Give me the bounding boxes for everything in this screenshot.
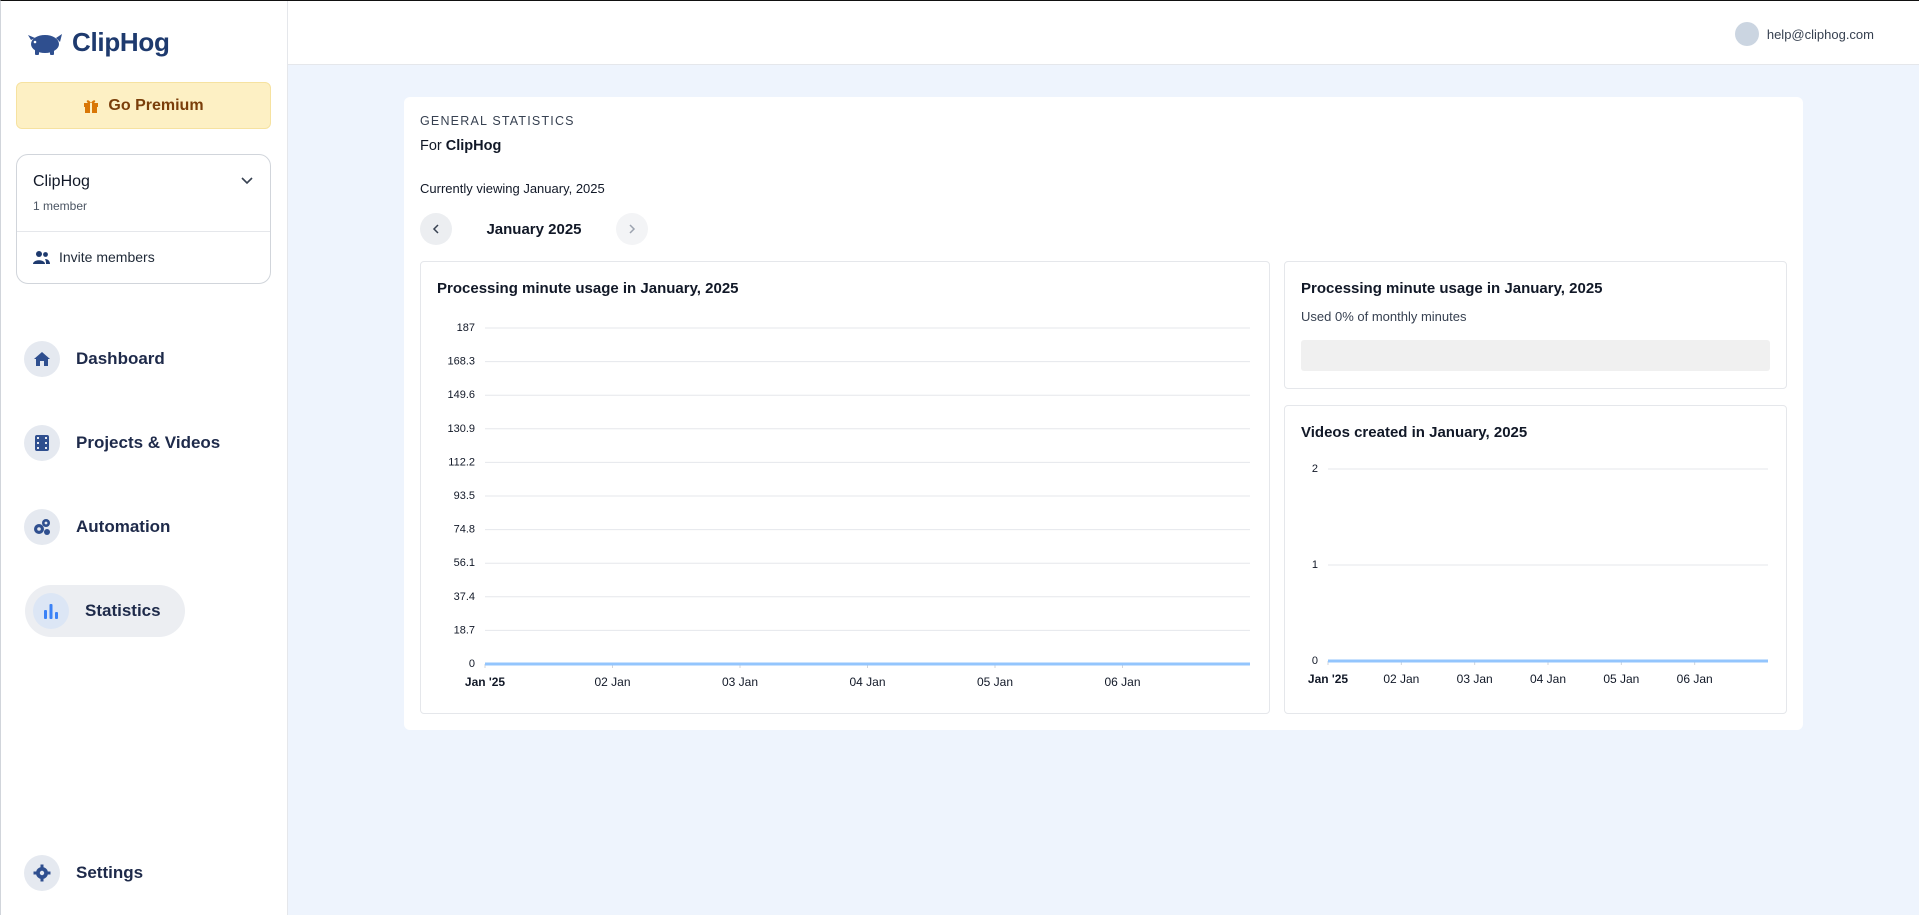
go-premium-button[interactable]: Go Premium — [16, 82, 271, 129]
avatar — [1734, 22, 1759, 46]
chevron-left-icon — [432, 224, 439, 234]
team-name: ClipHog — [33, 173, 90, 190]
app-name: ClipHog — [72, 27, 170, 57]
nav-automation[interactable]: Automation — [24, 501, 170, 553]
viewing-text: Currently viewing January, 2025 — [420, 181, 605, 196]
chevron-right-icon — [629, 224, 636, 234]
prev-month-button[interactable] — [420, 213, 452, 245]
month-navigator: January 2025 — [420, 213, 648, 245]
x-tick-label: 05 Jan — [977, 675, 1013, 689]
y-tick-label: 149.6 — [447, 389, 475, 401]
sidebar: ClipHog Go Premium ClipHog 1 member Invi… — [1, 1, 288, 915]
x-tick-label: 03 Jan — [1457, 672, 1493, 686]
x-tick-label: 04 Jan — [849, 675, 885, 689]
x-tick-label: 06 Jan — [1104, 675, 1140, 689]
invite-members-label: Invite members — [59, 249, 155, 265]
for-prefix: For — [420, 138, 442, 154]
user-menu[interactable]: help@cliphog.com — [1734, 22, 1874, 46]
next-month-button[interactable] — [616, 213, 648, 245]
usage-chart: 0 18.7 37.4 56.1 74.8 93.5 112.2 130.9 149.6 168.… — [447, 322, 1251, 689]
x-tick-label: 02 Jan — [594, 675, 630, 689]
statistics-panel: GENERAL STATISTICS For ClipHog Currently… — [404, 97, 1803, 730]
y-tick-label: 1 — [1312, 559, 1318, 571]
x-tick-label: Jan '25 — [1308, 672, 1349, 686]
gears-icon — [24, 509, 60, 545]
usage-summary-card: Processing minute usage in January, 2025… — [1284, 261, 1787, 389]
nav-projects-videos-label: Projects & Videos — [76, 433, 221, 452]
y-tick-label: 56.1 — [454, 557, 475, 569]
y-tick-label: 187 — [457, 322, 475, 334]
team-switcher[interactable]: ClipHog 1 member Invite members — [16, 154, 271, 284]
nav-dashboard[interactable]: Dashboard — [24, 333, 165, 385]
home-icon — [24, 341, 60, 377]
videos-chart-card: Videos created in January, 2025 0 1 2 Jan '… — [1284, 405, 1787, 714]
y-tick-label: 37.4 — [454, 591, 475, 603]
for-team-name: ClipHog — [445, 138, 502, 154]
x-tick-label: 06 Jan — [1677, 672, 1713, 686]
y-tick-label: 18.7 — [454, 624, 475, 636]
for-line: For ClipHog — [420, 138, 501, 154]
x-tick-label: 05 Jan — [1603, 672, 1639, 686]
videos-chart: 0 1 2 Jan '25 02 Jan 03 Jan 04 Jan 05 Jan 06 Jan — [1308, 463, 1769, 686]
go-premium-label: Go Premium — [108, 96, 204, 114]
x-tick-label: Jan '25 — [465, 675, 506, 689]
nav-automation-label: Automation — [76, 517, 171, 536]
y-tick-label: 0 — [1312, 655, 1318, 667]
logo[interactable]: ClipHog — [26, 27, 170, 58]
hog-logo-icon — [28, 33, 62, 55]
nav-settings[interactable]: Settings — [24, 847, 143, 899]
nav-settings-label: Settings — [76, 863, 144, 882]
y-tick-label: 93.5 — [454, 490, 475, 502]
y-tick-label: 130.9 — [447, 423, 475, 435]
x-tick-label: 04 Jan — [1530, 672, 1566, 686]
usage-summary-title: Processing minute usage in January, 2025 — [1301, 280, 1603, 297]
x-tick-label: 03 Jan — [722, 675, 758, 689]
main-content: GENERAL STATISTICS For ClipHog Currently… — [288, 65, 1919, 915]
section-kicker: GENERAL STATISTICS — [420, 114, 575, 128]
y-tick-label: 112.2 — [448, 456, 475, 468]
x-tick-label: 02 Jan — [1383, 672, 1419, 686]
y-tick-label: 74.8 — [454, 524, 475, 536]
y-tick-label: 2 — [1312, 463, 1318, 475]
gift-icon — [84, 99, 99, 113]
nav-projects-videos[interactable]: Projects & Videos — [24, 417, 220, 469]
film-icon — [24, 425, 60, 461]
chevron-down-icon[interactable] — [238, 171, 256, 189]
users-icon — [33, 250, 50, 264]
nav-statistics[interactable]: Statistics — [25, 585, 185, 637]
usage-chart-card: Processing minute usage in January, 2025… — [420, 261, 1270, 714]
nav-dashboard-label: Dashboard — [76, 349, 165, 368]
usage-summary-subtitle: Used 0% of monthly minutes — [1301, 309, 1467, 324]
usage-progress-bar — [1301, 340, 1770, 371]
bar-chart-icon — [33, 593, 69, 629]
current-month-label: January 2025 — [486, 220, 582, 238]
gear-icon — [24, 855, 60, 891]
y-tick-label: 0 — [469, 658, 475, 670]
team-divider — [17, 231, 270, 232]
user-email: help@cliphog.com — [1766, 26, 1874, 42]
nav-statistics-label: Statistics — [85, 601, 161, 620]
topbar: help@cliphog.com — [288, 1, 1919, 65]
team-member-count: 1 member — [33, 199, 88, 213]
y-tick-label: 168.3 — [447, 356, 475, 368]
invite-members-button[interactable]: Invite members — [33, 249, 155, 265]
